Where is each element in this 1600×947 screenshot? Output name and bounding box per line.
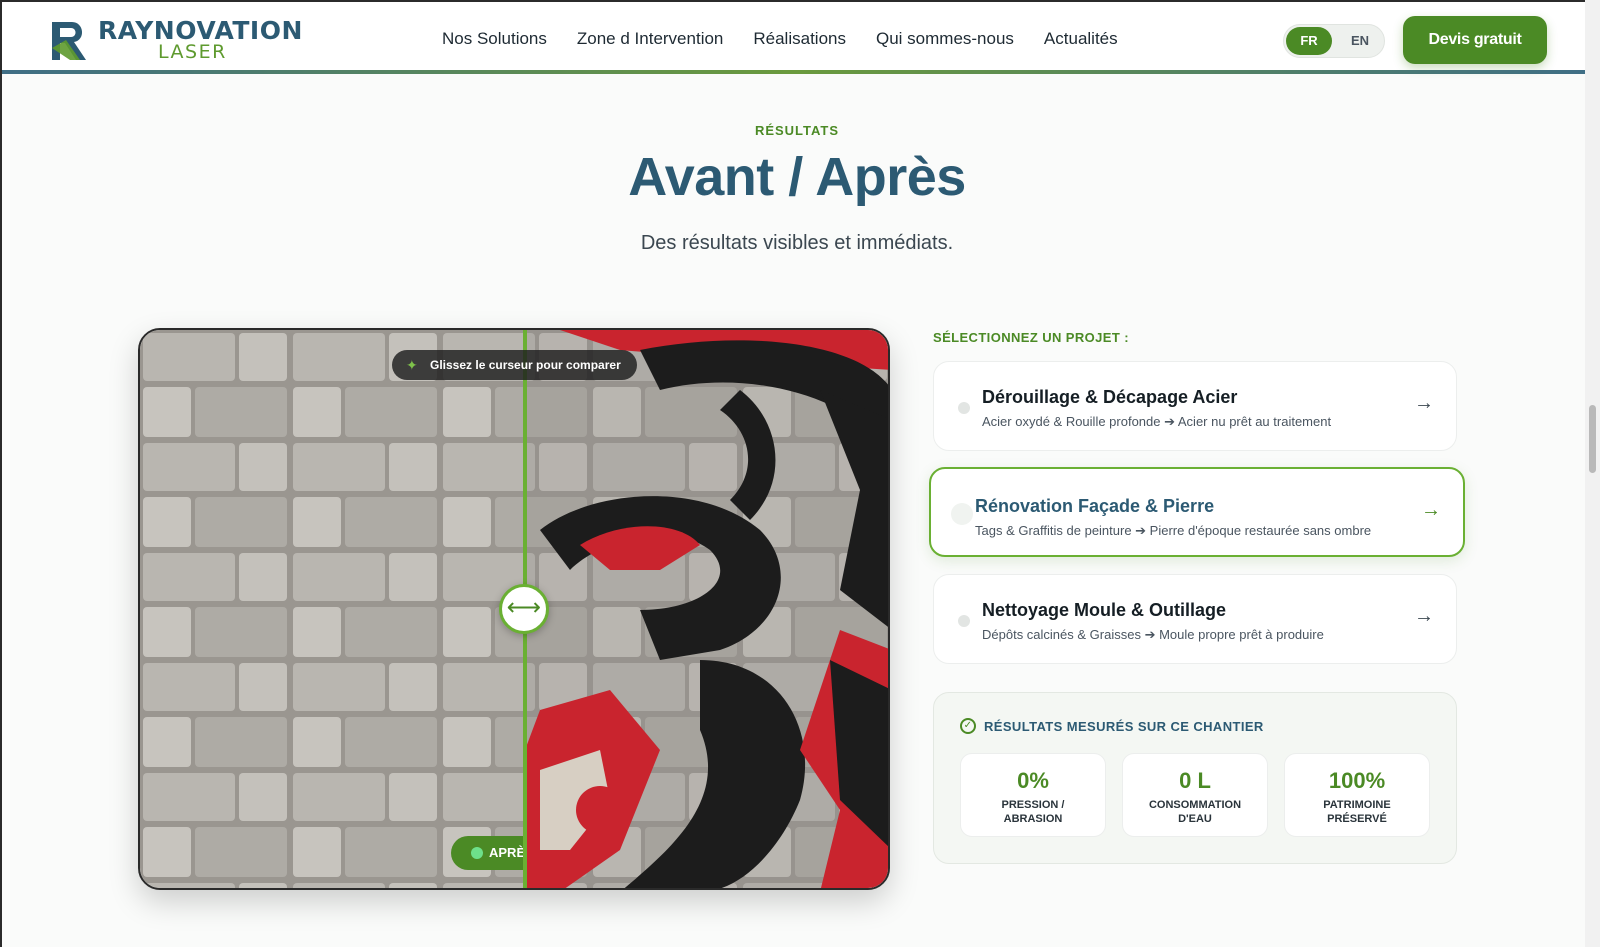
project-card-mould[interactable]: Nettoyage Moule & Outillage Dépôts calci… [933, 574, 1457, 664]
results-heading: ✓ RÉSULTATS MESURÉS SUR CE CHANTIER [960, 718, 1264, 734]
sparkle-icon: ✦ [406, 357, 418, 373]
stat-value: 0% [1017, 768, 1049, 793]
header-underline [2, 70, 1585, 74]
nav-item-realisations[interactable]: Réalisations [753, 29, 846, 49]
language-switcher: FR EN [1283, 24, 1385, 58]
brand-subname: LASER [158, 41, 227, 63]
logo-mark-icon [52, 22, 86, 60]
site-header: RAYNOVATION LASER Nos Solutions Zone d I… [2, 0, 1585, 74]
page-scrollbar[interactable] [1585, 0, 1600, 947]
stat-card-water: 0 L CONSOMMATION D'EAU [1122, 753, 1268, 837]
project-card-steel[interactable]: Dérouillage & Décapage Acier Acier oxydé… [933, 361, 1457, 451]
project-select-label: SÉLECTIONNEZ UN PROJET : [933, 330, 1129, 345]
section-eyebrow: RÉSULTATS [754, 123, 840, 138]
after-dot-icon [471, 847, 483, 859]
project-title: Nettoyage Moule & Outillage [982, 600, 1227, 620]
project-description: Dépôts calcinés & Graisses ➔ Moule propr… [982, 627, 1324, 642]
compare-hint: ✦ Glissez le curseur pour comparer [392, 350, 637, 380]
results-heading-text: RÉSULTATS MESURÉS SUR CE CHANTIER [984, 719, 1264, 734]
project-description: Tags & Graffitis de peinture ➔ Pierre d'… [975, 523, 1372, 538]
stat-label: CONSOMMATION D'EAU [1148, 799, 1242, 825]
compare-drag-handle[interactable]: ⟷ [499, 584, 549, 634]
before-after-slider[interactable]: ✦ Glissez le curseur pour comparer ⟷ APR… [138, 328, 890, 890]
stat-label: PATRIMOINE PRÉSERVÉ [1323, 799, 1391, 825]
stat-value: 100% [1328, 768, 1386, 793]
project-card-facade[interactable]: Rénovation Façade & Pierre Tags & Graffi… [929, 467, 1465, 557]
scrollbar-thumb[interactable] [1589, 405, 1596, 473]
project-bullet-icon [958, 402, 970, 414]
project-description: Acier oxydé & Rouille profonde ➔ Acier n… [982, 414, 1332, 429]
after-badge-label: APRÈS [489, 845, 523, 860]
results-panel: ✓ RÉSULTATS MESURÉS SUR CE CHANTIER 0% P… [933, 692, 1457, 864]
nav-item-solutions[interactable]: Nos Solutions [442, 29, 547, 49]
stat-value: 0 L [1179, 768, 1211, 793]
arrow-right-icon: → [1421, 499, 1441, 521]
arrow-right-icon: → [1414, 392, 1434, 414]
nav-item-zone[interactable]: Zone d Intervention [577, 29, 723, 49]
after-badge: APRÈS [451, 836, 523, 870]
project-title: Dérouillage & Décapage Acier [982, 387, 1238, 407]
project-bullet-icon [951, 503, 973, 525]
section-title: Avant / Après [628, 147, 966, 207]
nav-item-about[interactable]: Qui sommes-nous [876, 29, 1014, 49]
check-circle-icon: ✓ [960, 718, 976, 734]
lang-en-button[interactable]: EN [1342, 27, 1378, 55]
stat-card-pressure: 0% PRESSION / ABRASION [960, 753, 1106, 837]
lang-fr-button[interactable]: FR [1286, 27, 1332, 55]
stat-card-heritage: 100% PATRIMOINE PRÉSERVÉ [1284, 753, 1430, 837]
arrow-right-icon: → [1414, 605, 1434, 627]
project-bullet-icon [958, 615, 970, 627]
compare-hint-text: Glissez le curseur pour comparer [430, 358, 621, 372]
main-nav: Nos Solutions Zone d Intervention Réalis… [442, 29, 1118, 49]
stat-label: PRESSION / ABRASION [1001, 799, 1065, 825]
free-quote-button[interactable]: Devis gratuit [1403, 16, 1547, 64]
arrows-horizontal-icon: ⟷ [506, 594, 542, 621]
section-subtitle: Des résultats visibles et immédiats. [640, 232, 954, 254]
nav-item-news[interactable]: Actualités [1044, 29, 1118, 49]
page: RAYNOVATION LASER Nos Solutions Zone d I… [0, 0, 1585, 947]
brand-logo[interactable]: RAYNOVATION LASER [46, 16, 306, 64]
project-title: Rénovation Façade & Pierre [975, 496, 1215, 516]
